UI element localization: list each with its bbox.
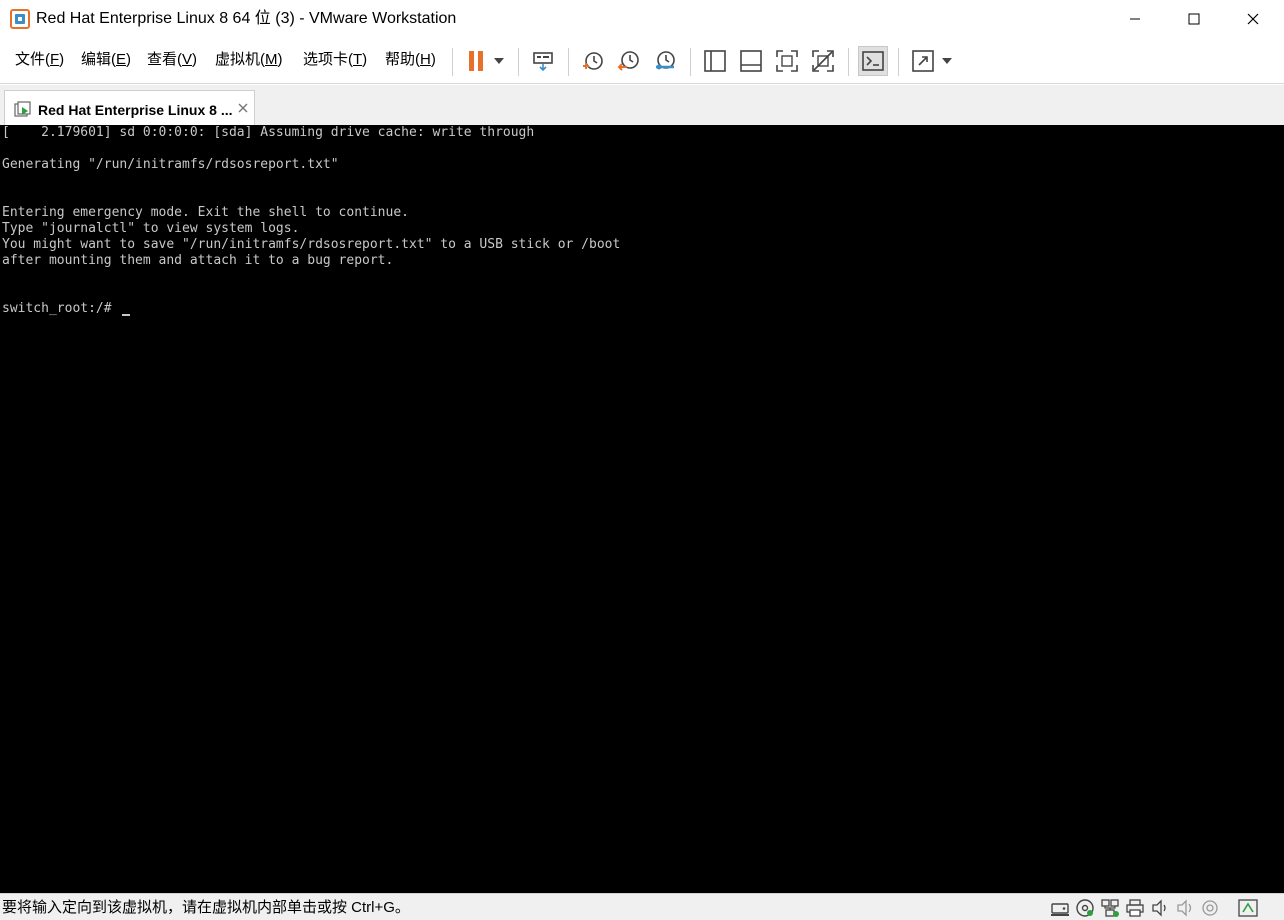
dropdown-arrow-icon [942, 58, 952, 64]
snapshot-revert-icon [617, 51, 639, 71]
menu-toolbar-row: 文件(F) 编辑(E) 查看(V) 虚拟机(M) 选项卡(T) 帮助(H) [0, 38, 1284, 84]
toolbar-separator [452, 48, 453, 76]
console-line: You might want to save "/run/initramfs/r… [2, 237, 621, 252]
vmware-logo-icon [10, 9, 30, 29]
snapshot-take-icon [583, 52, 603, 70]
console-prompt: switch_root:/# [2, 301, 120, 316]
toolbar-separator [568, 48, 569, 76]
menu-view[interactable]: 查看(V) [147, 50, 197, 70]
console-line: Generating "/run/initramfs/rdsosreport.t… [2, 157, 339, 172]
thumbnail-bar-icon [740, 50, 762, 72]
menu-edit[interactable]: 编辑(E) [81, 50, 131, 70]
menu-file[interactable]: 文件(F) [15, 50, 64, 70]
library-view-icon [704, 50, 726, 72]
snapshot-manager-button[interactable] [650, 46, 680, 76]
send-ctrl-alt-del-button[interactable] [528, 46, 558, 76]
maximize-button[interactable] [1171, 0, 1217, 38]
console-line: Entering emergency mode. Exit the shell … [2, 205, 409, 220]
tab-rhel8[interactable]: Red Hat Enterprise Linux 8 ... [4, 90, 255, 126]
close-button[interactable] [1230, 0, 1276, 38]
send-ctrl-alt-del-icon [533, 52, 553, 72]
stretch-guest-icon [912, 50, 934, 72]
maximize-icon [1188, 13, 1200, 25]
network-adapter-icon[interactable] [1100, 898, 1120, 918]
text-cursor [122, 314, 130, 316]
snapshot-revert-button[interactable] [614, 46, 644, 76]
minimize-icon [1130, 18, 1140, 20]
console-line: after mounting them and attach it to a b… [2, 253, 394, 268]
library-view-button[interactable] [700, 46, 730, 76]
stretch-dropdown-button[interactable] [936, 46, 958, 76]
sound-card-icon[interactable] [1150, 898, 1170, 918]
vm-powered-on-icon [14, 101, 32, 119]
tab-close-icon[interactable] [236, 101, 250, 115]
vm-console-screen[interactable]: [ 2.179601] sd 0:0:0:0: [sda] Assuming d… [0, 125, 1284, 893]
message-log-icon[interactable] [1238, 898, 1258, 918]
audio-icon[interactable] [1175, 898, 1195, 918]
toolbar-separator [848, 48, 849, 76]
console-line: [ 2.179601] sd 0:0:0:0: [sda] Assuming d… [2, 125, 535, 140]
close-icon [1247, 13, 1259, 25]
cd-dvd-icon[interactable] [1075, 898, 1095, 918]
full-screen-icon [776, 50, 798, 72]
toolbar-separator [898, 48, 899, 76]
menu-vm[interactable]: 虚拟机(M) [215, 50, 283, 70]
dropdown-arrow-icon [494, 58, 504, 64]
unity-button[interactable] [808, 46, 838, 76]
console-view-icon [862, 51, 884, 71]
thumbnail-bar-button[interactable] [736, 46, 766, 76]
console-line: Type "journalctl" to view system logs. [2, 221, 300, 236]
hard-disk-icon[interactable] [1050, 898, 1070, 918]
status-message: 要将输入定向到该虚拟机，请在虚拟机内部单击或按 Ctrl+G。 [2, 899, 410, 916]
printer-icon[interactable] [1125, 898, 1145, 918]
vm-tab-strip: Red Hat Enterprise Linux 8 ... [0, 85, 1284, 126]
snapshot-manager-icon [656, 51, 675, 70]
snapshot-take-button[interactable] [578, 46, 608, 76]
toolbar-separator [518, 48, 519, 76]
pause-icon [469, 51, 483, 71]
tab-label: Red Hat Enterprise Linux 8 ... [38, 102, 233, 118]
console-view-button[interactable] [858, 46, 888, 76]
menu-help[interactable]: 帮助(H) [385, 50, 436, 70]
minimize-button[interactable] [1112, 0, 1158, 38]
usb-icon[interactable] [1200, 898, 1220, 918]
toolbar-separator [690, 48, 691, 76]
power-dropdown-button[interactable] [488, 46, 510, 76]
stretch-guest-button[interactable] [908, 46, 938, 76]
title-bar: Red Hat Enterprise Linux 8 64 位 (3) - VM… [0, 0, 1284, 38]
unity-icon [812, 50, 834, 72]
full-screen-button[interactable] [772, 46, 802, 76]
pause-button[interactable] [461, 46, 491, 76]
menu-tabs[interactable]: 选项卡(T) [303, 50, 367, 70]
status-bar: 要将输入定向到该虚拟机，请在虚拟机内部单击或按 Ctrl+G。 [0, 893, 1284, 920]
window-title: Red Hat Enterprise Linux 8 64 位 (3) - VM… [36, 10, 457, 27]
